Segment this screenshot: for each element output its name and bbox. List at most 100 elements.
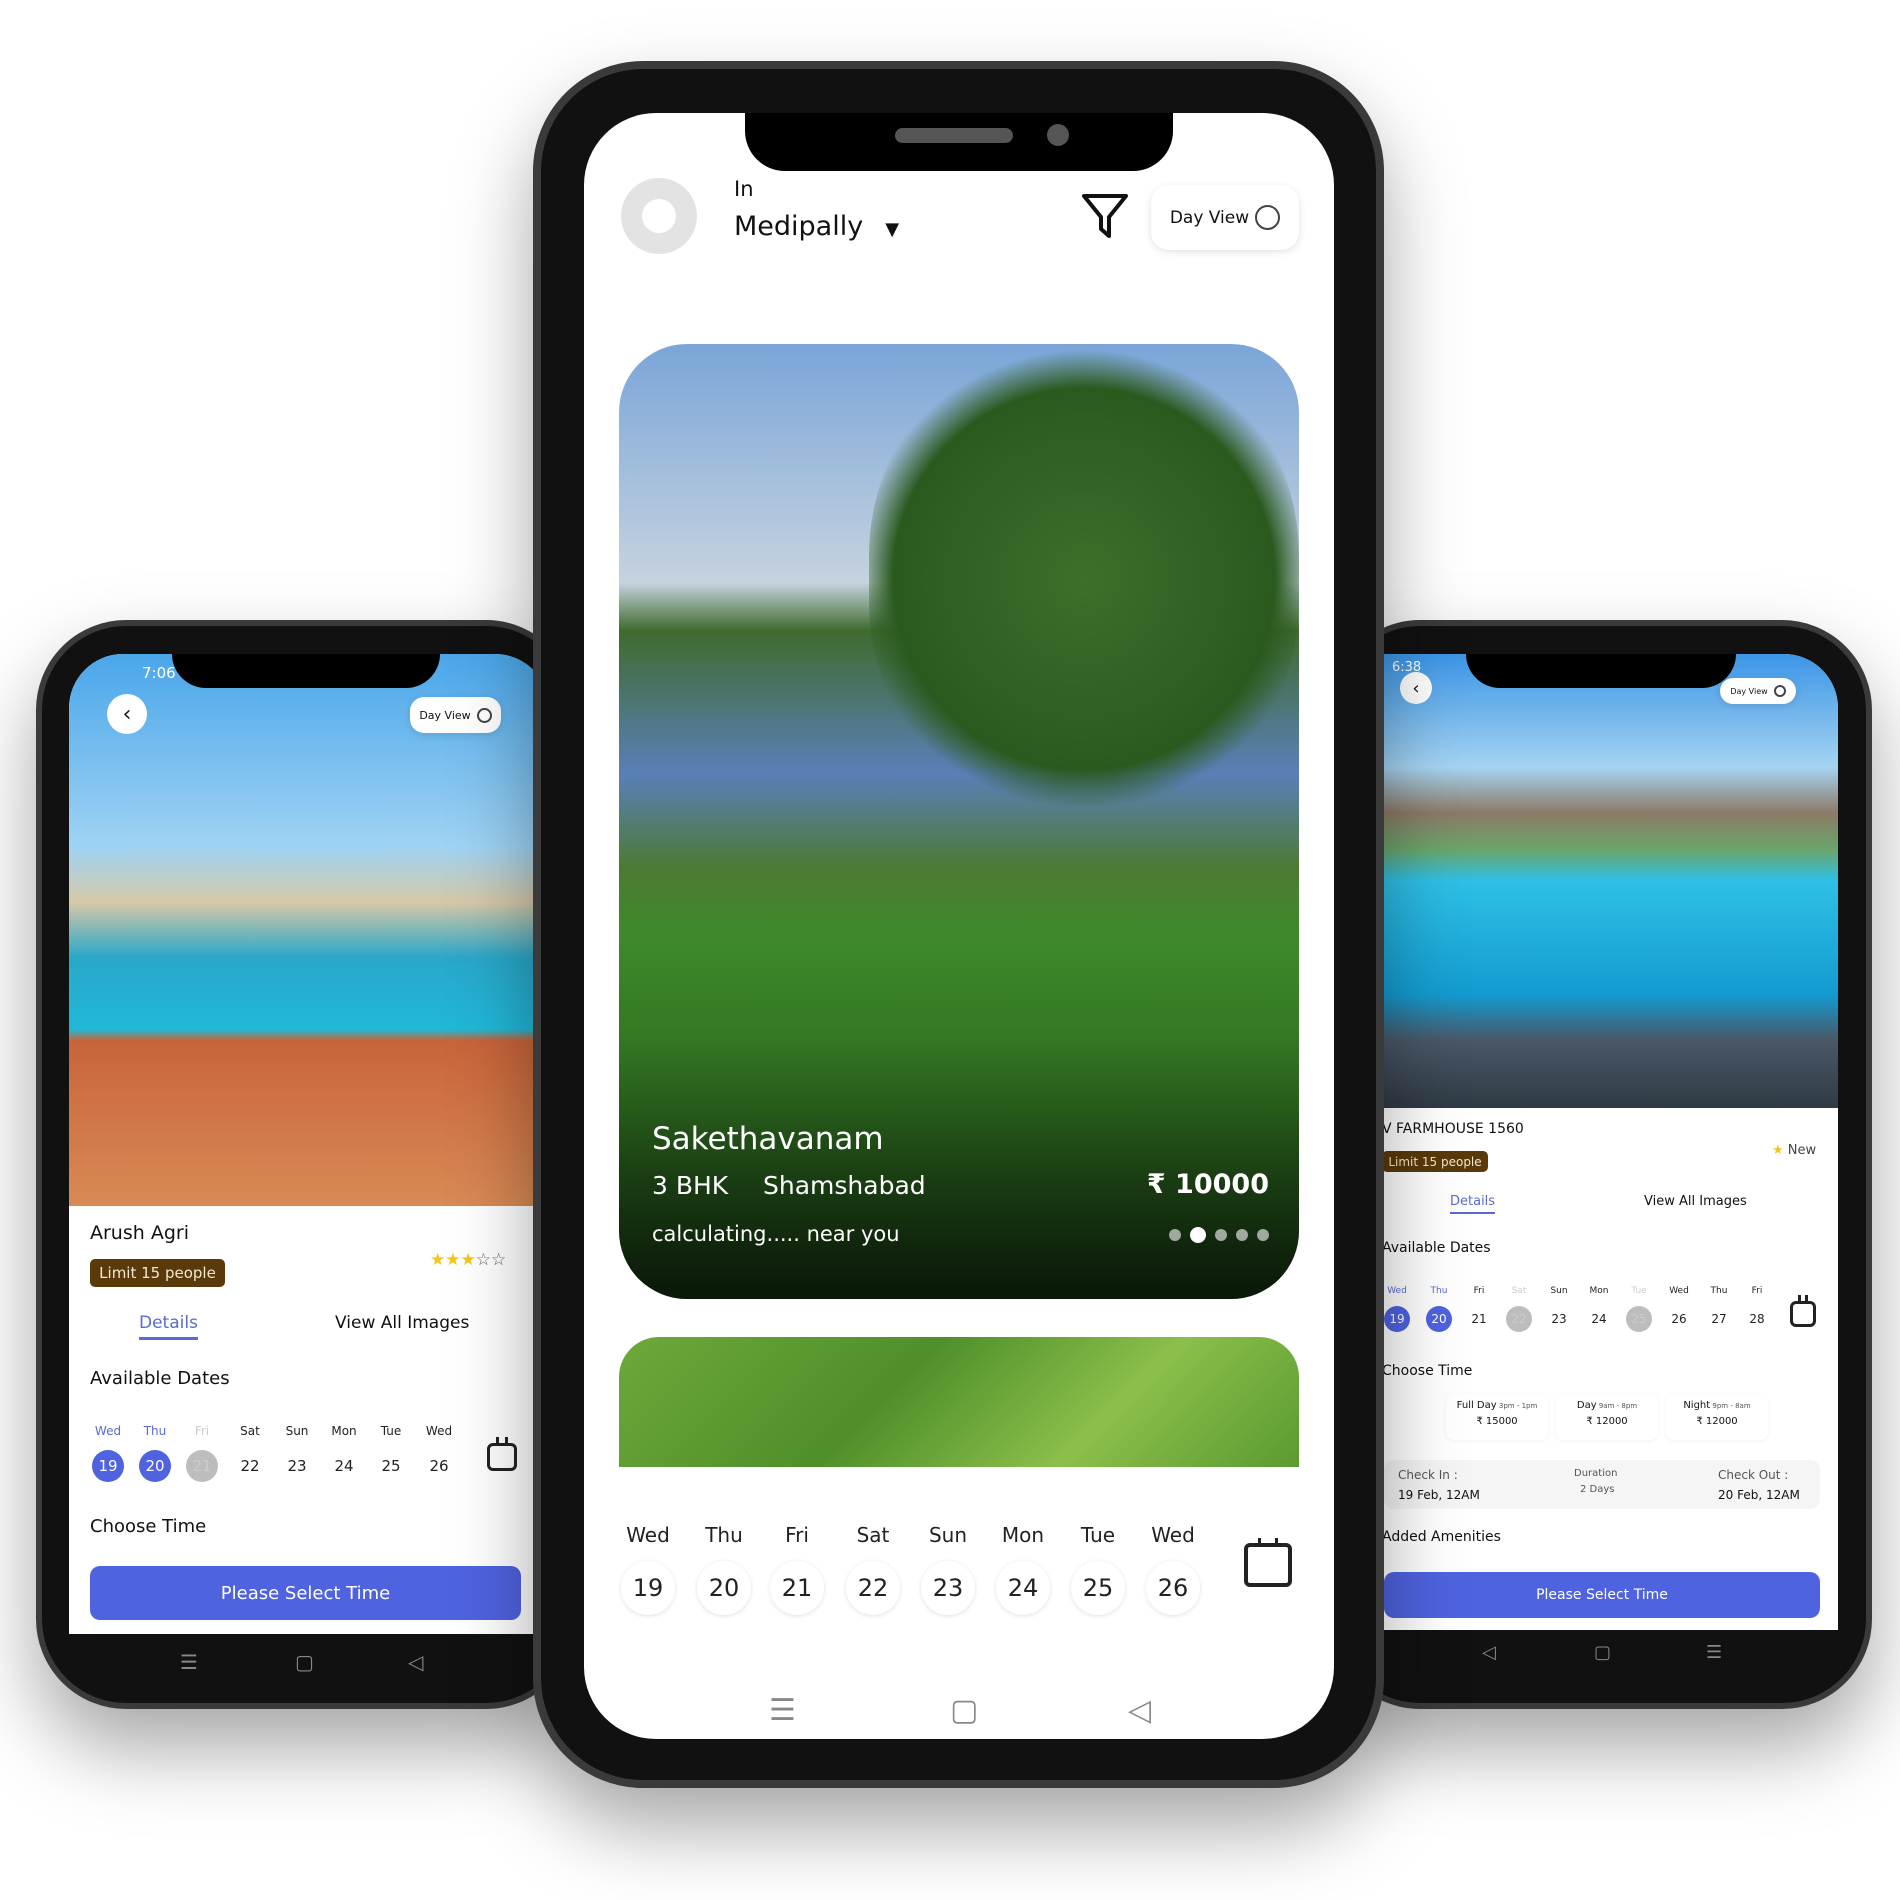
time-option-label: Full Day 3pm - 1pm <box>1446 1400 1548 1411</box>
nav-back-icon[interactable]: ◁ <box>1128 1693 1151 1728</box>
check-in-value: 19 Feb, 12AM <box>1398 1488 1480 1502</box>
day-view-toggle[interactable]: Day View <box>1151 185 1299 250</box>
time-option[interactable]: Full Day 3pm - 1pm ₹ 15000 <box>1446 1394 1548 1440</box>
date-19[interactable]: 19 <box>92 1450 124 1482</box>
date-26[interactable]: 26 <box>1146 1561 1200 1615</box>
back-button[interactable]: ‹ <box>1400 672 1432 704</box>
dropdown-arrow-icon: ▼ <box>885 219 900 240</box>
carousel-dot[interactable] <box>1257 1229 1269 1241</box>
limit-badge: Limit 15 people <box>1382 1151 1488 1172</box>
day-view-toggle[interactable]: Day View <box>1720 678 1796 704</box>
time-option-price: ₹ 15000 <box>1476 1416 1518 1427</box>
location-selector[interactable]: Medipally ▼ <box>734 211 899 242</box>
duration-label: Duration <box>1574 1468 1618 1479</box>
date-21[interactable]: 21 <box>770 1561 824 1615</box>
calendar-icon[interactable] <box>487 1437 517 1471</box>
radio-icon <box>1773 685 1786 697</box>
date-23[interactable]: 23 <box>1546 1306 1572 1332</box>
date-25[interactable]: 25 <box>1071 1561 1125 1615</box>
date-20[interactable]: 20 <box>1426 1306 1452 1332</box>
carousel-dot[interactable] <box>1215 1229 1227 1241</box>
back-button[interactable]: ‹ <box>107 694 147 734</box>
day-view-label: Day View <box>419 708 471 722</box>
date-19[interactable]: 19 <box>1384 1306 1410 1332</box>
nav-home-icon[interactable]: ▢ <box>295 1650 314 1674</box>
nav-menu-icon[interactable]: ☰ <box>1706 1642 1722 1663</box>
booking-summary: Check In : 19 Feb, 12AM Duration 2 Days … <box>1384 1460 1820 1509</box>
nav-home-icon[interactable]: ▢ <box>950 1693 978 1728</box>
date-25[interactable]: 25 <box>375 1450 407 1482</box>
tree-shape <box>869 344 1299 814</box>
time-option-price: ₹ 12000 <box>1586 1416 1628 1427</box>
date-day-label: Wed <box>626 1523 670 1547</box>
date-day-label: Mon <box>1001 1523 1045 1547</box>
camera <box>1047 124 1069 146</box>
time-option[interactable]: Day 9am - 8pm ₹ 12000 <box>1556 1394 1658 1440</box>
time-option-name: Day <box>1576 1400 1597 1411</box>
date-23[interactable]: 23 <box>281 1450 313 1482</box>
location-prefix: In <box>734 177 754 201</box>
time-option-label: Day 9am - 8pm <box>1556 1400 1658 1411</box>
date-23[interactable]: 23 <box>921 1561 975 1615</box>
nav-home-icon[interactable]: ▢ <box>1594 1642 1611 1663</box>
left-notch <box>172 654 440 688</box>
calendar-icon[interactable] <box>1790 1295 1816 1327</box>
date-22[interactable]: 22 <box>846 1561 900 1615</box>
date-27[interactable]: 27 <box>1706 1306 1732 1332</box>
date-26[interactable]: 26 <box>1666 1306 1692 1332</box>
star-icon: ★ <box>1772 1143 1784 1158</box>
date-24[interactable]: 24 <box>328 1450 360 1482</box>
tab-view-all-images[interactable]: View All Images <box>335 1313 469 1333</box>
date-20[interactable]: 20 <box>697 1561 751 1615</box>
date-day-label: Fri <box>1751 1286 1763 1296</box>
new-text: New <box>1787 1143 1817 1158</box>
time-option-price: ₹ 12000 <box>1696 1416 1738 1427</box>
property-photo-pool <box>1362 654 1838 1108</box>
property-name: Sakethavanam <box>652 1121 884 1157</box>
date-22[interactable]: 22 <box>1506 1306 1532 1332</box>
date-20[interactable]: 20 <box>139 1450 171 1482</box>
tab-details[interactable]: Details <box>139 1313 198 1340</box>
date-day-label: Wed <box>425 1424 453 1438</box>
property-card[interactable]: Sakethavanam 3 BHK Shamshabad ₹ 10000 ca… <box>619 344 1299 1299</box>
nav-menu-icon[interactable]: ☰ <box>769 1693 796 1728</box>
carousel-dot[interactable] <box>1190 1227 1206 1243</box>
property-card-next[interactable] <box>619 1337 1299 1467</box>
available-dates-label: Available Dates <box>1382 1240 1491 1256</box>
nav-back-icon[interactable]: ◁ <box>1482 1642 1496 1663</box>
time-option-hours: 9am - 8pm <box>1596 1402 1638 1410</box>
date-24[interactable]: 24 <box>996 1561 1050 1615</box>
date-day-label: Fri <box>785 1523 809 1547</box>
date-21[interactable]: 21 <box>1466 1306 1492 1332</box>
date-day-label: Wed <box>1151 1523 1195 1547</box>
date-22[interactable]: 22 <box>234 1450 266 1482</box>
right-notch <box>1466 654 1736 688</box>
please-select-time-button[interactable]: Please Select Time <box>1384 1572 1820 1618</box>
tab-view-all-images[interactable]: View All Images <box>1644 1194 1747 1209</box>
property-title: V FARMHOUSE 1560 <box>1382 1121 1524 1137</box>
right-screen: 6:38 ‹ Day View V FARMHOUSE 1560 ★ New L… <box>1362 654 1838 1630</box>
available-dates-label: Available Dates <box>90 1368 230 1389</box>
time-option-hours: 9pm - 8am <box>1710 1402 1751 1410</box>
carousel-dot[interactable] <box>1236 1229 1248 1241</box>
date-21[interactable]: 21 <box>186 1450 218 1482</box>
day-view-toggle[interactable]: Day View <box>410 697 501 733</box>
duration-value: 2 Days <box>1580 1484 1615 1495</box>
nav-back-icon[interactable]: ◁ <box>408 1650 423 1674</box>
filter-icon[interactable] <box>1081 193 1129 239</box>
time-option[interactable]: Night 9pm - 8am ₹ 12000 <box>1666 1394 1768 1440</box>
speaker <box>895 128 1013 143</box>
tab-details[interactable]: Details <box>1450 1194 1496 1214</box>
date-24[interactable]: 24 <box>1586 1306 1612 1332</box>
date-19[interactable]: 19 <box>621 1561 675 1615</box>
check-in-label: Check In : <box>1398 1468 1458 1482</box>
carousel-dot[interactable] <box>1169 1229 1181 1241</box>
calendar-icon[interactable] <box>1244 1538 1292 1587</box>
date-28[interactable]: 28 <box>1744 1306 1770 1332</box>
date-26[interactable]: 26 <box>423 1450 455 1482</box>
avatar[interactable] <box>621 178 697 254</box>
carousel-dots[interactable] <box>1169 1227 1269 1243</box>
date-25[interactable]: 25 <box>1626 1306 1652 1332</box>
nav-menu-icon[interactable]: ☰ <box>180 1650 198 1674</box>
please-select-time-button[interactable]: Please Select Time <box>90 1566 521 1620</box>
